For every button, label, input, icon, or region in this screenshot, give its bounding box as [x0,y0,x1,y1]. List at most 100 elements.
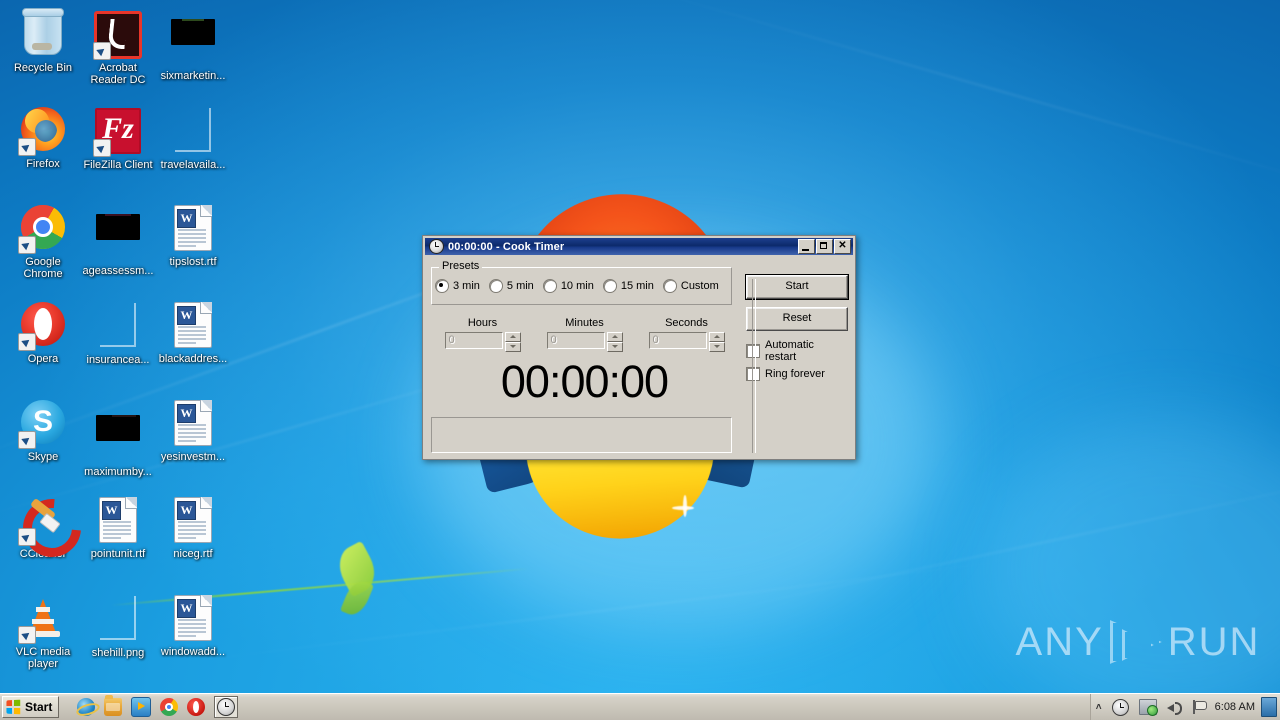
time-spinners: Hours 0 Minutes 0 Seconds 0 [431,317,738,352]
desktop-icon-black-image-1[interactable]: sixmarketin... [156,8,230,82]
shortcut-overlay-icon [93,139,111,157]
spinner-down-arrow-icon[interactable] [504,342,521,352]
checkbox-label: Automatic restart [765,339,814,363]
desktop-icon-acrobat[interactable]: Acrobat Reader DC [81,8,155,86]
spinner-label: Hours [467,317,498,329]
desktop-icon-vlc[interactable]: VLC media player [6,593,80,670]
spinner-up-arrow-icon[interactable] [504,332,521,342]
spinner-down-arrow-icon[interactable] [708,342,725,352]
desktop-icon-label: shehill.png [91,647,145,659]
plain-file-icon [94,303,142,351]
desktop-icon-label: VLC media player [15,646,71,670]
checkbox-ring-forever[interactable]: Ring forever [746,367,848,381]
preset-radio-15-min[interactable]: 15 min [602,279,654,293]
windows-flag-icon [6,699,21,715]
action-center-flag-icon[interactable] [1192,700,1207,714]
quick-launch-windows-media-player-icon[interactable] [131,697,152,717]
desktop-icon-word-doc[interactable]: Wblackaddres... [156,300,230,365]
desktop-icon-opera[interactable]: Opera [6,300,80,365]
spinner-input-minutes[interactable]: 0 [546,332,605,349]
pane-divider [752,279,756,453]
cook-timer-window[interactable]: 00:00:00 - Cook Timer ✕ Presets 3 min 5 m… [422,235,856,460]
quick-launch-windows-explorer-icon[interactable] [104,695,123,716]
wallpaper-sparkle [672,495,698,521]
desktop-icon-filezilla[interactable]: Fz FileZilla Client [81,105,155,171]
preset-radio-3-min[interactable]: 3 min [435,279,480,293]
black-image-1-icon [169,19,217,67]
desktop-icon-label: Firefox [26,158,60,170]
taskbar-button-cook-timer[interactable] [214,696,239,718]
sparkle-horizontal [672,506,694,510]
desktop-icon-word-doc[interactable]: Wtipslost.rtf [156,203,230,268]
quick-launch-google-chrome-icon[interactable] [160,698,179,716]
preset-radio-custom[interactable]: Custom [662,279,719,293]
taskbar[interactable]: Start ˄ 6:08 AM [0,693,1280,720]
preset-label: 15 min [620,280,654,292]
spinner-down-arrow-icon[interactable] [606,342,623,352]
acrobat-icon [93,11,142,60]
minimize-button[interactable] [798,239,815,254]
volume-icon[interactable] [1166,700,1182,715]
desktop-icon-label: FileZilla Client [83,159,153,171]
desktop-icon-plain-file[interactable]: shehill.png [81,593,155,659]
start-label: Start [25,700,53,714]
word-doc-icon: W [169,400,217,448]
start-button[interactable]: Start [745,274,849,300]
spinner-seconds: Seconds 0 [639,317,735,352]
desktop-icon-black-image-3[interactable]: maximumby... [81,398,155,478]
spinner-label: Seconds [665,317,708,329]
desktop-icon-label: maximumby... [84,466,152,478]
show-desktop-button[interactable] [1261,697,1277,717]
spinner-label: Minutes [565,317,604,329]
presets-legend: Presets [439,260,483,272]
desktop-icon-label: blackaddres... [158,353,228,365]
desktop-icon-plain-file[interactable]: insurancea... [81,300,155,366]
preset-label: Custom [680,280,719,292]
timer-left-pane: Presets 3 min 5 min 10 min 15 min Custom Hou… [425,257,738,457]
wallpaper-light-ray [634,0,1280,197]
desktop-icon-firefox[interactable]: Firefox [6,105,80,170]
desktop-icon-label: insurancea... [86,354,150,366]
window-title-bar[interactable]: 00:00:00 - Cook Timer ✕ [425,238,853,255]
maximize-button[interactable] [816,239,833,254]
close-button[interactable]: ✕ [834,239,851,254]
quick-launch-opera-icon[interactable] [187,698,206,716]
desktop-icon-ccleaner[interactable]: CCleaner [6,487,93,569]
quick-launch-internet-explorer-icon[interactable] [77,698,96,716]
preset-radio-5-min[interactable]: 5 min [488,279,534,293]
spinner-up-arrow-icon[interactable] [708,332,725,342]
desktop-icon-word-doc[interactable]: Wniceg.rtf [156,495,230,560]
vlc-icon [18,595,67,644]
desktop-icon-word-doc[interactable]: Wpointunit.rtf [81,495,155,560]
desktop-icon-word-doc[interactable]: Wwindowadd... [156,593,230,658]
checkbox-label: Ring forever [765,368,825,380]
window-title: 00:00:00 - Cook Timer [448,240,565,253]
desktop-icon-skype[interactable]: S Skype [6,398,80,463]
shortcut-overlay-icon [18,333,36,351]
desktop-icon-word-doc[interactable]: Wyesinvestm... [156,398,230,463]
desktop-icon-label: pointunit.rtf [90,548,146,560]
start-button-taskbar[interactable]: Start [2,696,60,718]
radio-indicator [542,279,557,293]
show-hidden-icons-chevron[interactable]: ˄ [1096,702,1102,713]
spinner-input-seconds[interactable]: 0 [648,332,707,349]
clock-time[interactable]: 6:08 AM [1215,701,1255,713]
desktop-icon-recycle-bin[interactable]: Recycle Bin [6,8,80,74]
radio-indicator [488,279,503,293]
reset-button[interactable]: Reset [746,307,848,331]
desktop-icon-chrome[interactable]: Google Chrome [6,203,80,280]
word-doc-icon: W [169,497,217,545]
preset-radio-10-min[interactable]: 10 min [542,279,594,293]
clock-icon[interactable] [1111,698,1129,716]
desktop-icon-plain-file[interactable]: travelavaila... [156,105,230,171]
checkbox-automatic-restart[interactable]: Automatic restart [746,339,848,363]
spinner-input-hours[interactable]: 0 [444,332,503,349]
firefox-icon [18,107,67,156]
spinner-up-arrow-icon[interactable] [606,332,623,342]
network-icon[interactable] [1138,699,1158,716]
shortcut-overlay-icon [18,138,36,156]
desktop-icon-black-image-2[interactable]: ageassessm... [81,203,155,277]
status-panel [431,417,732,453]
spinner-buttons [708,332,725,352]
radio-indicator [602,279,617,293]
